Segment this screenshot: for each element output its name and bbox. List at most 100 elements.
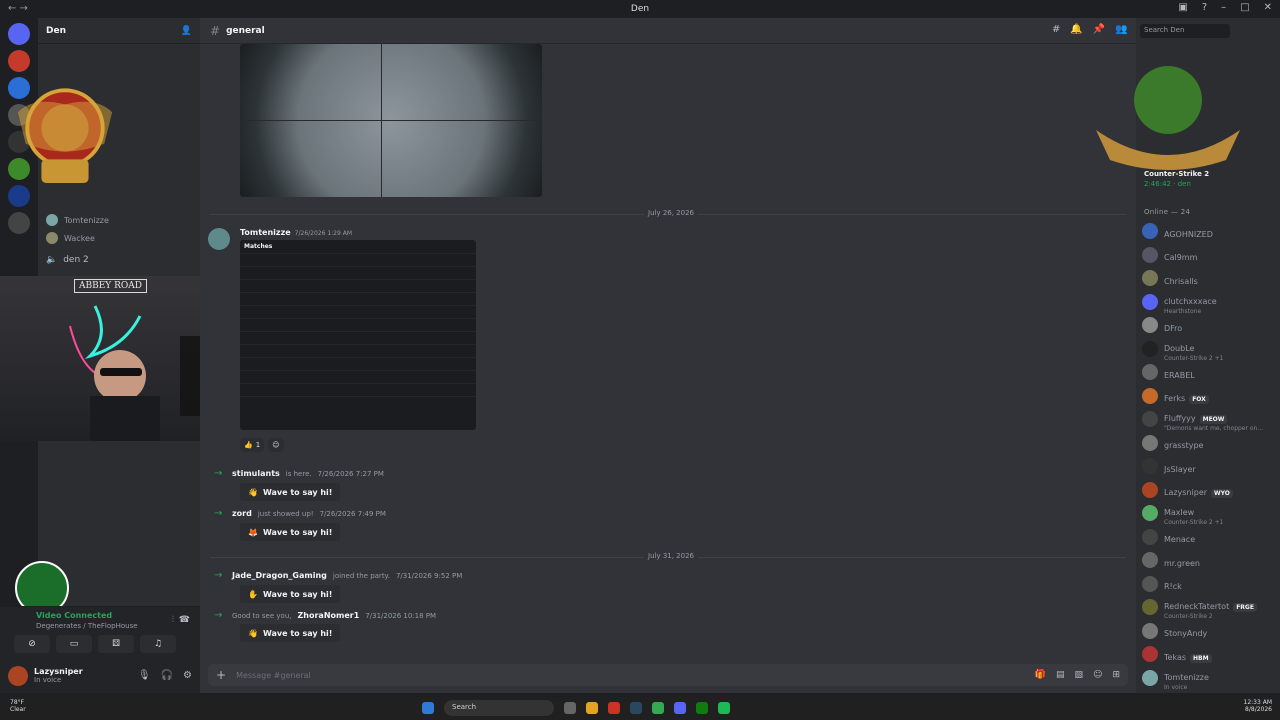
activities-button[interactable]: ⚄ xyxy=(98,635,134,653)
headphones-icon[interactable]: 🎧 xyxy=(161,670,173,681)
screen-share-button[interactable]: ▭ xyxy=(56,635,92,653)
member-tag: FRGE xyxy=(1233,603,1257,612)
channel-name: general xyxy=(226,25,265,36)
avatar[interactable] xyxy=(208,228,230,250)
start-button[interactable] xyxy=(422,702,434,714)
weather-widget[interactable]: 78°F Clear xyxy=(10,699,26,713)
member-item[interactable]: Maxlew Counter-Strike 2 +1 xyxy=(1142,503,1276,526)
voice-user[interactable]: Wackee xyxy=(46,230,95,246)
system-message: → zord just showed up! 7/26/2026 7:49 PM xyxy=(214,508,386,519)
member-item[interactable]: grasstype xyxy=(1142,433,1276,453)
member-item[interactable]: Ferks FOX xyxy=(1142,386,1276,406)
message-header: Tomtenizze 7/26/2026 1:29 AM xyxy=(240,228,352,237)
inbox-icon[interactable]: ▣ xyxy=(1178,2,1187,13)
member-item[interactable]: AGOHNIZED xyxy=(1142,221,1276,241)
avatar xyxy=(1142,669,1158,686)
help-icon[interactable]: ? xyxy=(1202,2,1207,13)
steam-icon[interactable] xyxy=(630,702,642,714)
taskbar-clock[interactable]: 12:33 AM 8/8/2026 xyxy=(1244,699,1272,713)
emoji-icon[interactable]: ☺ xyxy=(1093,670,1102,680)
chrome-icon[interactable] xyxy=(652,702,664,714)
wave-button[interactable]: 🦊 Wave to say hi! xyxy=(240,523,341,541)
member-name: Menace xyxy=(1164,535,1196,544)
camera-button[interactable]: ⊘ xyxy=(14,635,50,653)
back-arrow-icon[interactable]: ← → xyxy=(8,3,28,14)
member-item[interactable]: ERABEL xyxy=(1142,362,1276,382)
wave-button[interactable]: 👋 Wave to say hi! xyxy=(240,483,341,501)
message-author[interactable]: Tomtenizze xyxy=(240,228,291,237)
voice-user[interactable]: Tomtenizze xyxy=(46,212,109,228)
composer-placeholder[interactable]: Message #general xyxy=(236,671,311,680)
join-arrow-icon: → xyxy=(214,570,223,581)
soundboard-button[interactable]: ♫ xyxy=(140,635,176,653)
member-item[interactable]: clutchxxxace Hearthstone xyxy=(1142,292,1276,315)
member-item[interactable]: Fluffyyy MEOW "Demons want me, chopper on.… xyxy=(1142,409,1276,432)
task-view-icon[interactable] xyxy=(564,702,576,714)
member-item[interactable]: mr.green xyxy=(1142,550,1276,570)
member-item[interactable]: Tomtenizze In voice xyxy=(1142,668,1276,691)
avatar xyxy=(1142,481,1158,498)
member-item[interactable]: Menace xyxy=(1142,527,1276,547)
bell-icon[interactable]: 🔔 xyxy=(1070,24,1082,35)
add-reaction-button[interactable]: ☺ xyxy=(268,438,284,452)
wave-button[interactable]: ✋ Wave to say hi! xyxy=(240,585,341,603)
noise-suppression-icon[interactable]: ⫶ xyxy=(172,615,174,625)
system-user[interactable]: Jade_Dragon_Gaming xyxy=(232,571,327,580)
minimize-button[interactable]: – xyxy=(1221,2,1226,13)
settings-icon[interactable]: ⚙ xyxy=(183,670,192,681)
voice-location[interactable]: Degenerates / TheFlopHouse xyxy=(36,622,138,630)
avatar xyxy=(1142,528,1158,545)
message-composer[interactable]: + Message #general 🎁 ▤ ▧ ☺ ⊞ xyxy=(208,664,1128,686)
disconnect-icon[interactable]: ☎ xyxy=(179,615,190,625)
taskbar-search[interactable]: Search xyxy=(444,700,554,716)
wave-button[interactable]: 👋 Wave to say hi! xyxy=(240,624,341,642)
discord-icon[interactable] xyxy=(674,702,686,714)
server-icon[interactable] xyxy=(8,212,30,234)
app-icon[interactable] xyxy=(608,702,620,714)
home-server[interactable] xyxy=(8,23,30,45)
member-item[interactable]: StonyAndy xyxy=(1142,621,1276,641)
member-item[interactable]: Tekas HBM xyxy=(1142,644,1276,664)
member-tag: WYO xyxy=(1211,489,1233,498)
scope-screenshot-image[interactable] xyxy=(240,44,542,197)
voice-channel[interactable]: 🔈 den 2 xyxy=(46,252,89,268)
server-header[interactable]: Den 👤 xyxy=(38,18,200,44)
system-user[interactable]: stimulants xyxy=(232,469,280,478)
member-item[interactable]: RedneckTatertot FRGE Counter-Strike 2 xyxy=(1142,597,1276,620)
reaction-thumbs-up[interactable]: 👍 1 xyxy=(240,438,265,452)
maximize-button[interactable]: □ xyxy=(1240,2,1249,13)
activity-card[interactable]: Counter-Strike 2 2:46:42 · den xyxy=(1144,170,1209,188)
system-text: is here. xyxy=(285,469,312,478)
member-item[interactable]: R!ck xyxy=(1142,574,1276,594)
avatar xyxy=(1142,646,1158,662)
threads-icon[interactable]: # xyxy=(1052,24,1060,35)
apps-icon[interactable]: ⊞ xyxy=(1112,670,1120,680)
gif-icon[interactable]: ▤ xyxy=(1056,670,1065,680)
system-message: → Jade_Dragon_Gaming joined the party. 7… xyxy=(214,570,462,581)
spotify-icon[interactable] xyxy=(718,702,730,714)
member-item[interactable]: Lazysniper WYO xyxy=(1142,480,1276,500)
member-item[interactable]: Cal9mm xyxy=(1142,245,1276,265)
microphone-icon[interactable]: 🎙 xyxy=(138,670,151,681)
member-tag: MEOW xyxy=(1199,415,1228,424)
xbox-icon[interactable] xyxy=(696,702,708,714)
member-item[interactable]: Chrisalls xyxy=(1142,268,1276,288)
gift-icon[interactable]: 🎁 xyxy=(1035,670,1046,680)
plus-icon[interactable]: + xyxy=(216,668,226,682)
member-item[interactable]: DFro xyxy=(1142,315,1276,335)
system-user[interactable]: zord xyxy=(232,509,252,518)
reaction-count: 1 xyxy=(255,441,261,449)
member-item[interactable]: DoubLe Counter-Strike 2 +1 xyxy=(1142,339,1276,362)
member-item[interactable]: JsSlayer xyxy=(1142,456,1276,476)
wave-label: Wave to say hi! xyxy=(262,487,333,497)
matches-screenshot-image[interactable]: Matches xyxy=(240,240,476,430)
reaction-bar: 👍 1 ☺ xyxy=(240,438,284,452)
system-user[interactable]: ZhoraNomer1 xyxy=(297,611,359,620)
screen-share-icon: ▭ xyxy=(69,639,79,649)
sticker-picker-icon[interactable]: ▧ xyxy=(1075,670,1084,680)
avatar xyxy=(1142,270,1158,286)
add-member-icon[interactable]: 👤 xyxy=(181,26,192,36)
avatar[interactable] xyxy=(8,665,28,686)
file-explorer-icon[interactable] xyxy=(586,702,598,714)
close-button[interactable]: ✕ xyxy=(1264,2,1272,13)
